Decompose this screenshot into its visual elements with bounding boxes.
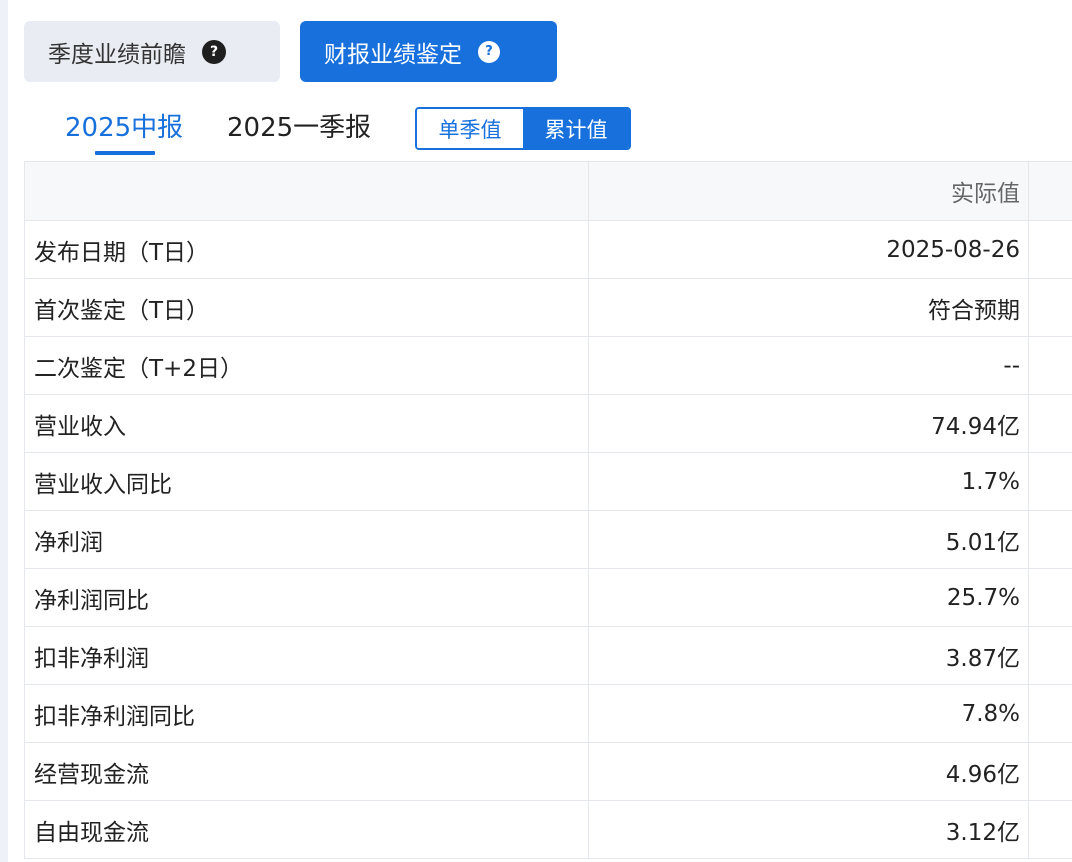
- table-row: 营业收入 74.94亿: [25, 395, 1072, 453]
- table-row: 自由现金流 3.12亿: [25, 801, 1072, 859]
- table-row: 首次鉴定（T日） 符合预期: [25, 279, 1072, 337]
- row-value: --: [589, 337, 1029, 394]
- row-extra-cell: [1029, 453, 1072, 510]
- row-label: 经营现金流: [25, 743, 589, 800]
- tab-2025-interim[interactable]: 2025中报: [65, 110, 183, 146]
- row-label: 发布日期（T日）: [25, 221, 589, 278]
- table-row: 扣非净利润 3.87亿: [25, 627, 1072, 685]
- row-value: 74.94亿: [589, 395, 1029, 452]
- row-extra-cell: [1029, 627, 1072, 684]
- row-value: 25.7%: [589, 569, 1029, 626]
- header-actual-value: 实际值: [589, 162, 1029, 220]
- row-label: 扣非净利润: [25, 627, 589, 684]
- row-label: 首次鉴定（T日）: [25, 279, 589, 336]
- value-mode-toggle: 单季值 累计值: [415, 107, 631, 150]
- table-row: 净利润 5.01亿: [25, 511, 1072, 569]
- help-icon[interactable]: ?: [478, 40, 500, 63]
- quarterly-forecast-label: 季度业绩前瞻: [48, 41, 186, 68]
- row-label: 自由现金流: [25, 801, 589, 858]
- row-label: 营业收入: [25, 395, 589, 452]
- row-extra-cell: [1029, 511, 1072, 568]
- row-extra-cell: [1029, 801, 1072, 858]
- earnings-appraisal-button[interactable]: 财报业绩鉴定 ?: [300, 21, 557, 82]
- table-row: 经营现金流 4.96亿: [25, 743, 1072, 801]
- table-row: 发布日期（T日） 2025-08-26: [25, 221, 1072, 279]
- row-label: 净利润: [25, 511, 589, 568]
- row-extra-cell: [1029, 279, 1072, 336]
- table-row: 二次鉴定（T+2日） --: [25, 337, 1072, 395]
- row-label: 净利润同比: [25, 569, 589, 626]
- header-extra-cell: [1029, 162, 1072, 220]
- cumulative-option[interactable]: 累计值: [523, 109, 629, 148]
- row-extra-cell: [1029, 337, 1072, 394]
- row-value: 4.96亿: [589, 743, 1029, 800]
- row-value: 1.7%: [589, 453, 1029, 510]
- row-value: 7.8%: [589, 685, 1029, 742]
- help-icon[interactable]: ?: [202, 39, 226, 64]
- quarterly-forecast-button[interactable]: 季度业绩前瞻 ?: [24, 21, 280, 82]
- row-label: 营业收入同比: [25, 453, 589, 510]
- table-header: 实际值: [25, 162, 1072, 221]
- row-label: 二次鉴定（T+2日）: [25, 337, 589, 394]
- row-extra-cell: [1029, 395, 1072, 452]
- header-label-cell: [25, 162, 589, 220]
- row-value: 3.87亿: [589, 627, 1029, 684]
- appraisal-table: 实际值 发布日期（T日） 2025-08-26 首次鉴定（T日） 符合预期 二次…: [24, 161, 1072, 859]
- tab-2025-q1[interactable]: 2025一季报: [227, 110, 371, 146]
- active-tab-indicator: [95, 151, 155, 155]
- row-value: 2025-08-26: [589, 221, 1029, 278]
- table-row: 净利润同比 25.7%: [25, 569, 1072, 627]
- earnings-appraisal-label: 财报业绩鉴定: [324, 41, 462, 68]
- row-extra-cell: [1029, 743, 1072, 800]
- row-extra-cell: [1029, 685, 1072, 742]
- row-label: 扣非净利润同比: [25, 685, 589, 742]
- single-quarter-option[interactable]: 单季值: [417, 109, 523, 148]
- row-value: 3.12亿: [589, 801, 1029, 858]
- row-extra-cell: [1029, 569, 1072, 626]
- earnings-panel: 季度业绩前瞻 ? 财报业绩鉴定 ? 2025中报 2025一季报 单季值 累计值…: [8, 0, 1072, 862]
- row-value: 符合预期: [589, 279, 1029, 336]
- row-extra-cell: [1029, 221, 1072, 278]
- table-row: 扣非净利润同比 7.8%: [25, 685, 1072, 743]
- row-value: 5.01亿: [589, 511, 1029, 568]
- table-row: 营业收入同比 1.7%: [25, 453, 1072, 511]
